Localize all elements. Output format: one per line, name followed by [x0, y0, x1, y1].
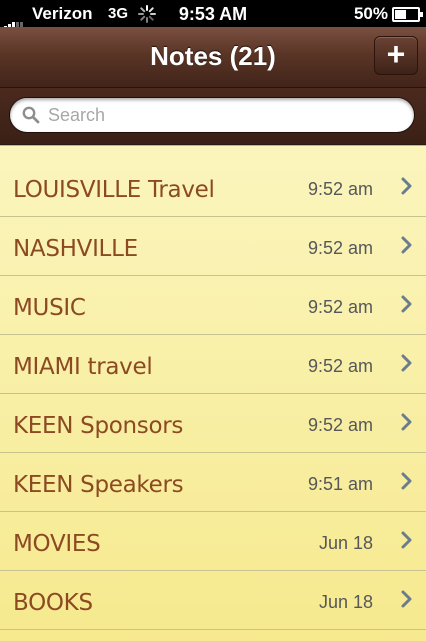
note-row[interactable]: KEEN Sponsors 9:52 am	[0, 394, 426, 453]
chevron-right-icon	[401, 354, 412, 372]
note-title: MIAMI travel	[13, 354, 153, 380]
note-row[interactable]: MOVIES Jun 18	[0, 512, 426, 571]
note-time: 9:52 am	[307, 356, 373, 376]
chevron-right-icon	[401, 236, 412, 254]
note-row[interactable]: MIAMI travel 9:52 am	[0, 335, 426, 394]
note-title: KEEN Speakers	[13, 472, 184, 498]
note-row[interactable]: MUSIC 9:52 am	[0, 276, 426, 335]
note-row[interactable]: BOOKS Jun 18	[0, 571, 426, 630]
note-time: Jun 18	[318, 592, 373, 612]
page-title: Notes (21)	[150, 41, 276, 71]
status-bar: Verizon 3G 9:53 AM 50%	[0, 0, 426, 29]
note-title: MUSIC	[13, 295, 86, 321]
note-time: 9:52 am	[307, 179, 373, 199]
note-title: KEEN Sponsors	[13, 413, 184, 439]
add-note-button[interactable]: +	[374, 36, 418, 75]
note-time: 9:51 am	[307, 474, 373, 494]
search-placeholder: Search	[48, 105, 106, 125]
note-time: 9:52 am	[307, 238, 373, 258]
chevron-right-icon	[401, 531, 412, 549]
chevron-right-icon	[401, 177, 412, 195]
chevron-right-icon	[401, 295, 412, 313]
chevron-right-icon	[401, 472, 412, 490]
note-title: NASHVILLE	[13, 236, 138, 262]
note-time: Jun 18	[318, 533, 373, 553]
search-input[interactable]: Search	[9, 97, 415, 133]
note-time: 9:52 am	[307, 415, 373, 435]
search-bar: Search	[0, 88, 426, 144]
note-row[interactable]: LOUISVILLE Travel 9:52 am	[0, 146, 426, 217]
note-title: BOOKS	[13, 590, 93, 616]
note-title: MOVIES	[13, 531, 101, 557]
notes-list: LOUISVILLE Travel 9:52 am NASHVILLE 9:52…	[0, 145, 426, 641]
battery-percent: 50%	[353, 4, 388, 23]
battery-icon	[392, 7, 423, 22]
chevron-right-icon	[401, 413, 412, 431]
note-row[interactable]: KEEN Speakers 9:51 am	[0, 453, 426, 512]
note-time: 9:52 am	[307, 297, 373, 317]
note-title: LOUISVILLE Travel	[13, 177, 215, 203]
navigation-bar: Notes (21) +	[0, 27, 426, 88]
note-row[interactable]: NASHVILLE 9:52 am	[0, 217, 426, 276]
chevron-right-icon	[401, 590, 412, 608]
search-icon	[22, 106, 40, 124]
